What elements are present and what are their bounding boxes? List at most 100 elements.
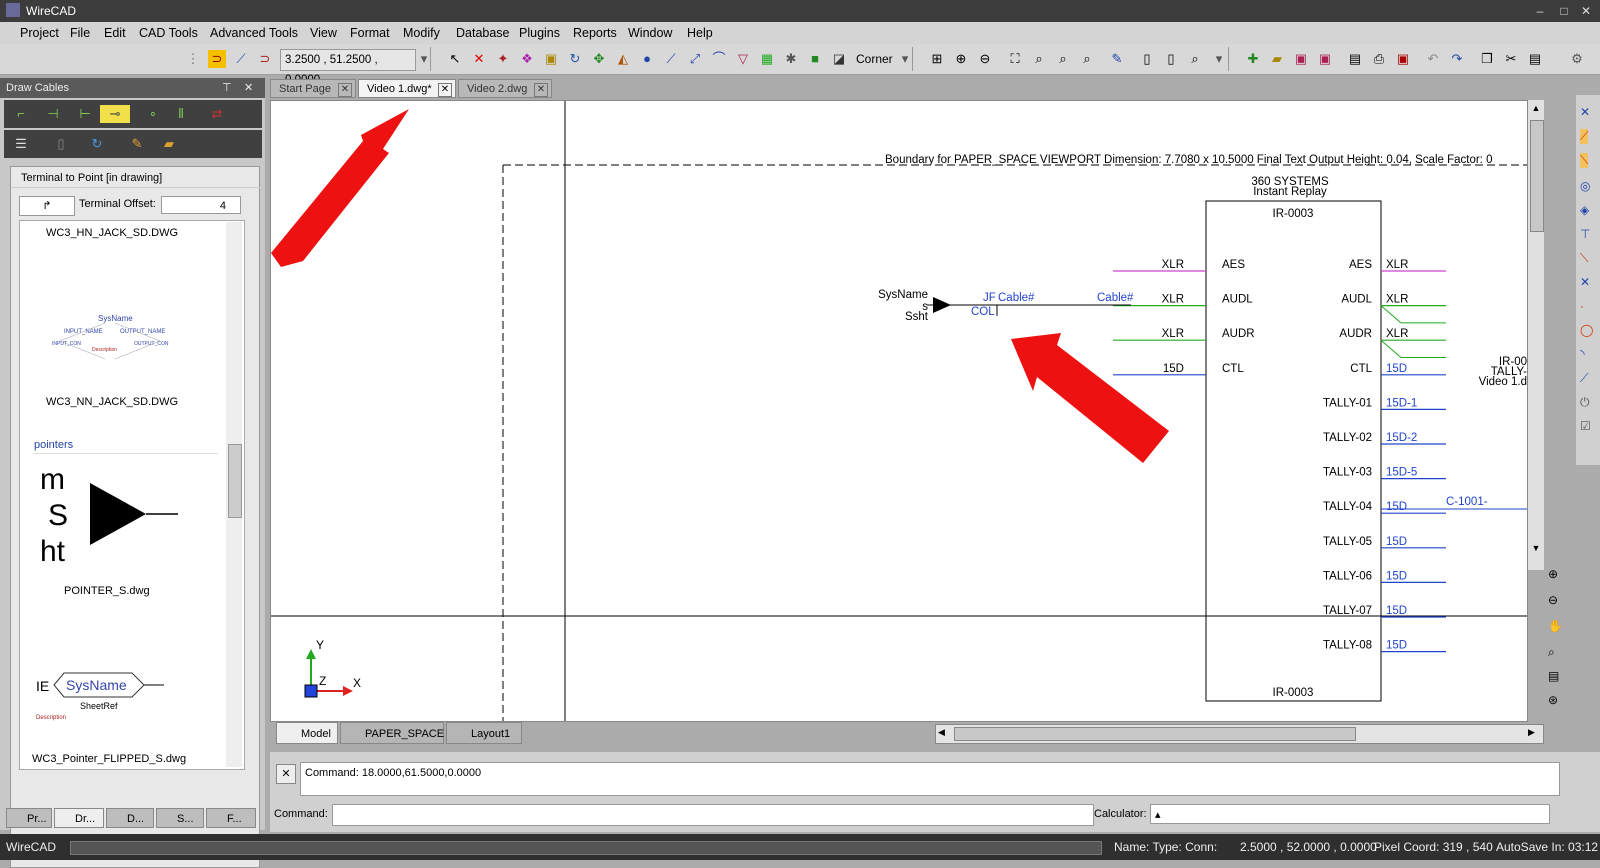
drawing-canvas[interactable]: Boundary for PAPER_SPACE VIEWPORT Dimens… [270,100,1528,722]
list-item[interactable]: WC3_Pointer_FLIPPED_S.dwg [32,753,186,765]
open-icon[interactable]: ▰ [1268,50,1286,68]
bomb-icon[interactable]: ● [638,50,656,68]
menu-format[interactable]: Format [350,26,390,40]
zoom-window-side-icon[interactable]: ⌕ [1548,645,1555,660]
command-close-icon[interactable]: ✕ [276,764,296,784]
zoom-extents-side-icon[interactable]: ⊛ [1548,693,1558,707]
folder-icon[interactable]: ▰ [160,135,178,153]
zoom-realtime-icon[interactable]: ⌕ [1078,50,1096,68]
tab-close-icon[interactable]: ✕ [534,83,548,97]
cable-mode-1-icon[interactable]: ⌐ [12,105,30,123]
maximize-icon[interactable]: □ [1556,3,1572,19]
ortho-icon[interactable]: ⟋ [232,50,250,68]
snap-mode-select[interactable]: Corner [856,52,893,66]
box-icon[interactable]: ▣ [542,50,560,68]
pan-hand-icon[interactable]: ✋ [1548,619,1563,633]
close-icon[interactable]: ✕ [1578,3,1594,19]
cable-mode-5-icon[interactable]: ∘ [144,105,162,123]
zoom-out-icon[interactable]: ⊖ [976,50,994,68]
zoom-in-icon[interactable]: ⊕ [952,50,970,68]
snap-x-icon[interactable]: ✕ [1580,105,1590,119]
zoom-out-side-icon[interactable]: ⊖ [1548,593,1558,607]
gear-snap-icon[interactable]: ✱ [782,50,800,68]
shape-icon[interactable]: ▽ [734,50,752,68]
save-as-icon[interactable]: ▣ [1316,50,1334,68]
more-dropdown-icon[interactable]: ▾ [1210,50,1228,68]
menu-database[interactable]: Database [456,26,510,40]
menu-modify[interactable]: Modify [403,26,440,40]
paste-icon[interactable]: ▤ [1526,50,1544,68]
tab-layout1[interactable]: Layout1 [446,722,522,744]
tab-video-1[interactable]: Video 1.dwg* ✕ [358,79,456,98]
print-icon[interactable]: ⎙ [1370,50,1388,68]
tab-model[interactable]: Model [276,722,338,744]
zoom-window-icon[interactable]: ⊞ [928,50,946,68]
tab-close-icon[interactable]: ✕ [438,83,452,97]
terminal-to-point-icon[interactable]: ⊸ [100,105,130,123]
hscroll-thumb[interactable] [954,727,1356,741]
menu-help[interactable]: Help [687,26,713,40]
menu-plugins[interactable]: Plugins [519,26,560,40]
snap-nearest-icon[interactable]: ⟋ [1580,371,1588,386]
list-item[interactable]: WC3_HN_JACK_SD.DWG [46,227,178,239]
snap-circle-icon[interactable]: ◯ [1580,323,1593,337]
cable-mode-7-icon[interactable]: ⇄ [208,105,226,123]
redo-icon[interactable]: ↷ [1448,50,1466,68]
snap-tangent-icon[interactable]: ⟍ [1580,251,1588,266]
tab-video-2[interactable]: Video 2.dwg ✕ [458,79,552,98]
tab-paper-space[interactable]: PAPER_SPACE [340,722,444,744]
zoom-in-side-icon[interactable]: ⊕ [1548,567,1558,581]
cable-mode-2-icon[interactable]: ⊣ [44,105,62,123]
tab-systems[interactable]: S... [156,808,204,828]
snap-midpoint-icon[interactable]: ⟍ [1580,153,1589,168]
refresh-icon[interactable]: ↻ [88,135,106,153]
snap-quadrant-icon[interactable]: ◈ [1580,203,1589,217]
page-edit-icon[interactable]: ▯ [1162,50,1180,68]
delete-icon[interactable]: ✕ [470,50,488,68]
menu-file[interactable]: File [70,26,90,40]
ruler-icon[interactable]: ▤ [1548,669,1559,683]
device-box[interactable] [1205,200,1382,702]
snap-icon[interactable]: ⊃ [256,50,274,68]
list-item[interactable]: WC3_NN_JACK_SD.DWG [46,396,178,408]
reset-offset-button[interactable]: ↱ [19,196,75,216]
pointer-symbol-thumbnail[interactable]: m S ht [38,461,198,581]
zoom-extents-icon[interactable]: ⛶ [1006,50,1024,68]
pen-icon[interactable]: ✎ [1108,50,1126,68]
menu-reports[interactable]: Reports [573,26,617,40]
tab-close-icon[interactable]: ✕ [338,83,352,97]
jack-symbol-thumbnail[interactable]: SysName INPUT_NAME OUTPUT_NAME INPUT_CON… [50,311,170,361]
calculator-input[interactable]: ▴ [1150,804,1550,824]
tab-start-page[interactable]: Start Page ✕ [270,79,356,98]
tab-projects[interactable]: Pr... [6,808,52,828]
cable-mode-6-icon[interactable]: ⦀ [172,105,190,123]
zoom-all-icon[interactable]: ⌕ [1030,50,1048,68]
snap-intersection-icon[interactable]: ✕ [1580,275,1590,289]
scroll-right-icon[interactable]: ▶ [1528,727,1535,738]
settings-icon[interactable]: ⚙ [1568,50,1586,68]
snap-perpendicular-icon[interactable]: ⊤ [1580,227,1590,241]
scroll-thumb[interactable] [228,444,242,518]
mirror-icon[interactable]: ◭ [614,50,632,68]
select-arrow-icon[interactable]: ↖ [446,50,464,68]
magnet-snap-icon[interactable]: ⊃ [208,50,226,68]
snap-endpoint-icon[interactable]: ⟋ [1580,129,1589,144]
list-item[interactable]: POINTER_S.dwg [64,585,150,597]
list-icon[interactable]: ☰ [12,135,30,153]
horizontal-scrollbar[interactable]: ◀ ▶ [935,724,1544,744]
new-icon[interactable]: ✚ [1244,50,1262,68]
pointer-arrow-symbol[interactable] [933,297,951,313]
grid-icon[interactable]: ▦ [758,50,776,68]
tab-files[interactable]: F... [206,808,256,828]
save-icon[interactable]: ▣ [1292,50,1310,68]
tab-draw[interactable]: Dr... [54,808,104,828]
vertical-scrollbar[interactable]: ▲ ▼ [1528,100,1544,570]
menu-advanced-tools[interactable]: Advanced Tools [210,26,298,40]
snap-center-icon[interactable]: ◎ [1580,179,1590,193]
snap-settings-icon[interactable]: ☑ [1580,419,1591,433]
scroll-down-icon[interactable]: ▼ [1528,540,1544,556]
menu-view[interactable]: View [310,26,337,40]
print-preview-icon[interactable]: ▤ [1346,50,1364,68]
menu-window[interactable]: Window [628,26,672,40]
coordinate-box[interactable]: 3.2500 , 51.2500 , 0.0000 [280,49,416,86]
